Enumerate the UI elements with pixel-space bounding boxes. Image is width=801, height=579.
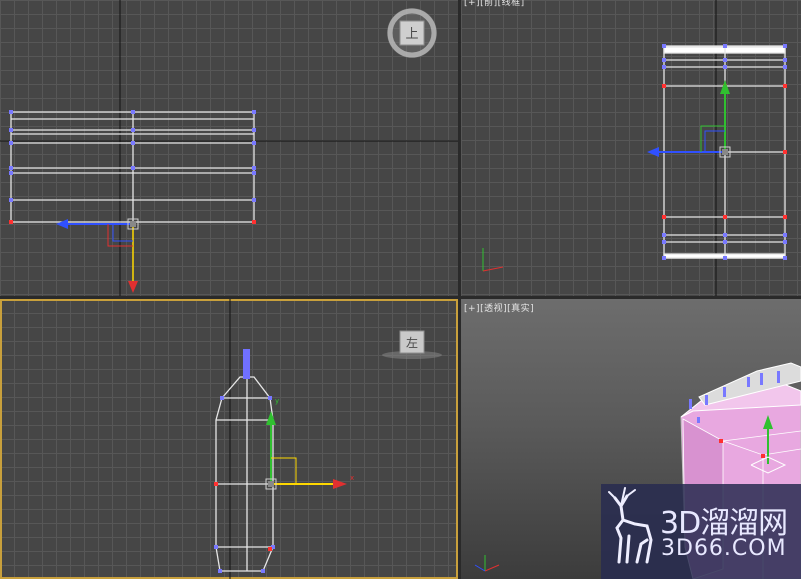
viewcube-top[interactable]: 上 xyxy=(387,8,437,58)
move-gizmo-top[interactable] xyxy=(56,218,139,293)
vertices-left xyxy=(214,349,275,573)
axis-tripod-persp xyxy=(474,555,500,572)
left-viewport[interactable]: y x 左 xyxy=(0,299,458,579)
viewcube-left[interactable]: 左 xyxy=(382,330,442,359)
viewport-label[interactable]: [+][前][线框] xyxy=(464,0,525,8)
axis-label-x: x xyxy=(350,474,354,482)
front-viewport-canvas[interactable] xyxy=(461,0,801,296)
axis-tripod-front xyxy=(482,248,504,272)
top-viewport-canvas[interactable]: 上 xyxy=(0,0,458,296)
watermark-domain: 3D66.COM xyxy=(661,536,787,561)
front-viewport[interactable]: [+][前][线框] xyxy=(461,0,801,296)
move-gizmo-left[interactable]: y x xyxy=(265,397,354,490)
axis-label-y: y xyxy=(275,397,279,405)
move-gizmo-front[interactable] xyxy=(647,80,731,158)
wireframe-object-left[interactable] xyxy=(215,376,274,572)
top-viewport[interactable]: 上 xyxy=(0,0,458,296)
site-watermark: 3D溜溜网 3D66.COM xyxy=(601,484,801,579)
viewport-label[interactable]: [+][透视][真实] xyxy=(464,301,534,314)
viewcube-face-label: 左 xyxy=(406,335,418,350)
left-viewport-canvas[interactable]: y x 左 xyxy=(0,299,458,579)
deer-logo-icon xyxy=(608,487,653,564)
viewcube-face-label: 上 xyxy=(405,27,418,42)
